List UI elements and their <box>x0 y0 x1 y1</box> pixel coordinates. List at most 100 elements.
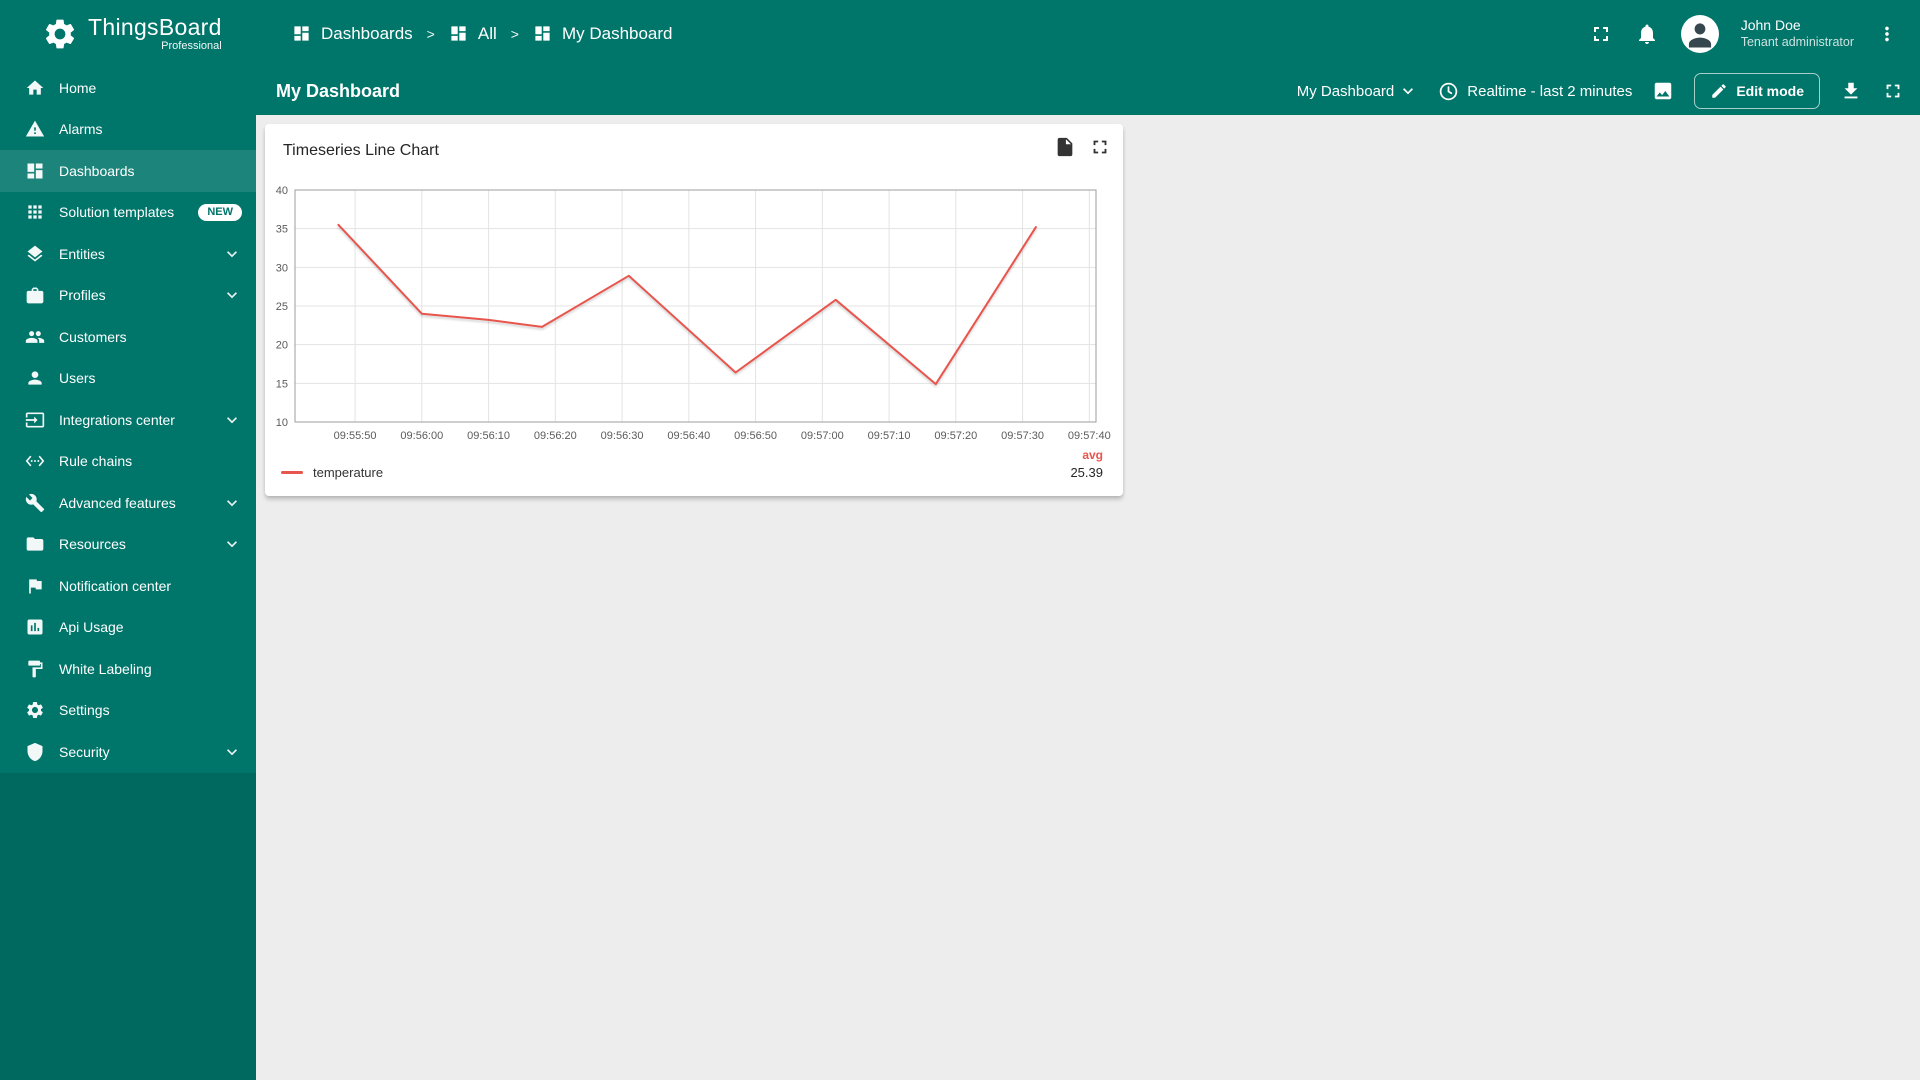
timewindow-button[interactable]: Realtime - last 2 minutes <box>1438 81 1632 102</box>
top-header: Dashboards > All > My Dashboard John Doe Ten… <box>256 0 1920 67</box>
resources-icon <box>25 534 45 554</box>
timeseries-chart: 10 15 20 25 30 35 40 09:55:50 09:56:00 09:56:10 09… <box>276 185 1111 442</box>
sidebar-item-label: Advanced features <box>59 494 176 511</box>
notifications-bell-button[interactable] <box>1635 22 1659 46</box>
edit-mode-button[interactable]: Edit mode <box>1694 73 1820 109</box>
sidebar-item-home[interactable]: Home <box>0 67 256 109</box>
legend-series-item[interactable]: temperature <box>281 465 383 480</box>
notification-center-icon <box>25 576 45 596</box>
kebab-menu-button[interactable] <box>1876 23 1898 45</box>
breadcrumb-separator: > <box>426 25 435 42</box>
download-button[interactable] <box>1840 80 1862 102</box>
sidebar: ThingsBoard Professional Home Alarms Dashb… <box>0 0 256 1080</box>
sidebar-item-label: Alarms <box>59 121 103 138</box>
dashboard-select[interactable]: My Dashboard <box>1297 81 1419 101</box>
new-badge: NEW <box>198 203 242 221</box>
sidebar-item-label: Home <box>59 79 97 96</box>
svg-text:09:57:40: 09:57:40 <box>1068 430 1111 442</box>
svg-text:20: 20 <box>276 340 288 352</box>
dashboard-icon <box>449 24 468 43</box>
advanced-features-icon <box>25 493 45 513</box>
sidebar-item-white-labeling[interactable]: White Labeling <box>0 648 256 690</box>
header-actions: John Doe Tenant administrator <box>1589 14 1898 53</box>
sidebar-item-settings[interactable]: Settings <box>0 690 256 732</box>
clock-icon <box>1438 81 1459 102</box>
svg-text:09:56:50: 09:56:50 <box>734 430 777 442</box>
export-data-button[interactable] <box>1054 136 1076 158</box>
agg-label: avg <box>1082 448 1103 462</box>
svg-text:10: 10 <box>276 417 288 429</box>
sidebar-menu: Home Alarms Dashboards Solution templates NE… <box>0 67 256 773</box>
toolbar-fullscreen-button[interactable] <box>1882 80 1904 102</box>
sidebar-item-customers[interactable]: Customers <box>0 316 256 358</box>
sidebar-item-label: Api Usage <box>59 619 124 636</box>
white-labeling-icon <box>25 659 45 679</box>
chevron-down-icon <box>222 534 242 554</box>
sidebar-item-label: Entities <box>59 245 105 262</box>
svg-text:09:56:00: 09:56:00 <box>400 430 443 442</box>
chevron-down-icon <box>1398 81 1418 101</box>
sidebar-footer <box>0 772 256 1080</box>
chevron-down-icon <box>222 244 242 264</box>
breadcrumb-item-all[interactable]: All <box>449 24 497 44</box>
chevron-down-icon <box>222 493 242 513</box>
sidebar-item-notification-center[interactable]: Notification center <box>0 565 256 607</box>
dashboard-icon <box>533 24 552 43</box>
sidebar-item-users[interactable]: Users <box>0 358 256 400</box>
alarms-icon <box>25 119 45 139</box>
sidebar-item-solution-templates[interactable]: Solution templates NEW <box>0 192 256 234</box>
sidebar-item-resources[interactable]: Resources <box>0 524 256 566</box>
svg-text:09:56:30: 09:56:30 <box>601 430 644 442</box>
series-label: temperature <box>313 465 384 480</box>
widget-title: Timeseries Line Chart <box>283 142 439 159</box>
timewindow-label: Realtime - last 2 minutes <box>1467 82 1633 100</box>
sidebar-item-label: Solution templates <box>59 204 175 221</box>
integrations-center-icon <box>25 410 45 430</box>
entities-icon <box>25 244 45 264</box>
users-icon <box>25 368 45 388</box>
home-icon <box>25 78 45 98</box>
dashboard-toolbar: My Dashboard My Dashboard Realtime - las… <box>256 67 1920 115</box>
sidebar-item-label: Notification center <box>59 577 172 594</box>
user-role: Tenant administrator <box>1740 35 1854 50</box>
widget-actions <box>1054 136 1111 158</box>
sidebar-item-label: Integrations center <box>59 411 175 428</box>
sidebar-item-integrations-center[interactable]: Integrations center <box>0 399 256 441</box>
sidebar-item-api-usage[interactable]: Api Usage <box>0 607 256 649</box>
solution-templates-icon <box>25 202 45 222</box>
breadcrumb-label: My Dashboard <box>561 23 673 43</box>
sidebar-item-profiles[interactable]: Profiles <box>0 275 256 317</box>
app-logo[interactable]: ThingsBoard Professional <box>0 0 256 67</box>
breadcrumb-item-dashboards[interactable]: Dashboards <box>292 24 413 44</box>
gear-logo-icon <box>42 16 78 52</box>
dashboard-image-button[interactable] <box>1652 80 1674 102</box>
svg-text:09:55:50: 09:55:50 <box>334 430 377 442</box>
widget-fullscreen-button[interactable] <box>1089 136 1111 158</box>
chevron-down-icon <box>222 410 242 430</box>
header-fullscreen-button[interactable] <box>1589 22 1613 46</box>
svg-text:30: 30 <box>276 262 288 274</box>
sidebar-item-label: Rule chains <box>59 453 133 470</box>
app-logo-text: ThingsBoard Professional <box>88 15 222 51</box>
svg-text:09:57:30: 09:57:30 <box>1001 430 1044 442</box>
svg-text:09:56:10: 09:56:10 <box>467 430 510 442</box>
breadcrumb-item-my-dashboard[interactable]: My Dashboard <box>533 24 673 44</box>
dashboard-canvas: Timeseries Line Chart 10 15 20 25 30 35 40 09:5… <box>256 115 1920 1080</box>
dashboard-icon <box>292 24 311 43</box>
sidebar-item-dashboards[interactable]: Dashboards <box>0 150 256 192</box>
sidebar-item-advanced-features[interactable]: Advanced features <box>0 482 256 524</box>
sidebar-item-label: Resources <box>59 536 126 553</box>
svg-text:09:57:00: 09:57:00 <box>801 430 844 442</box>
app-name: ThingsBoard <box>88 14 222 41</box>
sidebar-item-label: Users <box>59 370 96 387</box>
user-name: John Doe <box>1740 17 1801 34</box>
svg-text:35: 35 <box>276 224 288 236</box>
sidebar-item-rule-chains[interactable]: Rule chains <box>0 441 256 483</box>
sidebar-item-security[interactable]: Security <box>0 731 256 773</box>
profiles-icon <box>25 285 45 305</box>
user-info[interactable]: John Doe Tenant administrator <box>1741 16 1854 50</box>
sidebar-item-alarms[interactable]: Alarms <box>0 109 256 151</box>
sidebar-item-entities[interactable]: Entities <box>0 233 256 275</box>
svg-text:40: 40 <box>276 185 288 197</box>
avatar[interactable] <box>1680 14 1719 53</box>
